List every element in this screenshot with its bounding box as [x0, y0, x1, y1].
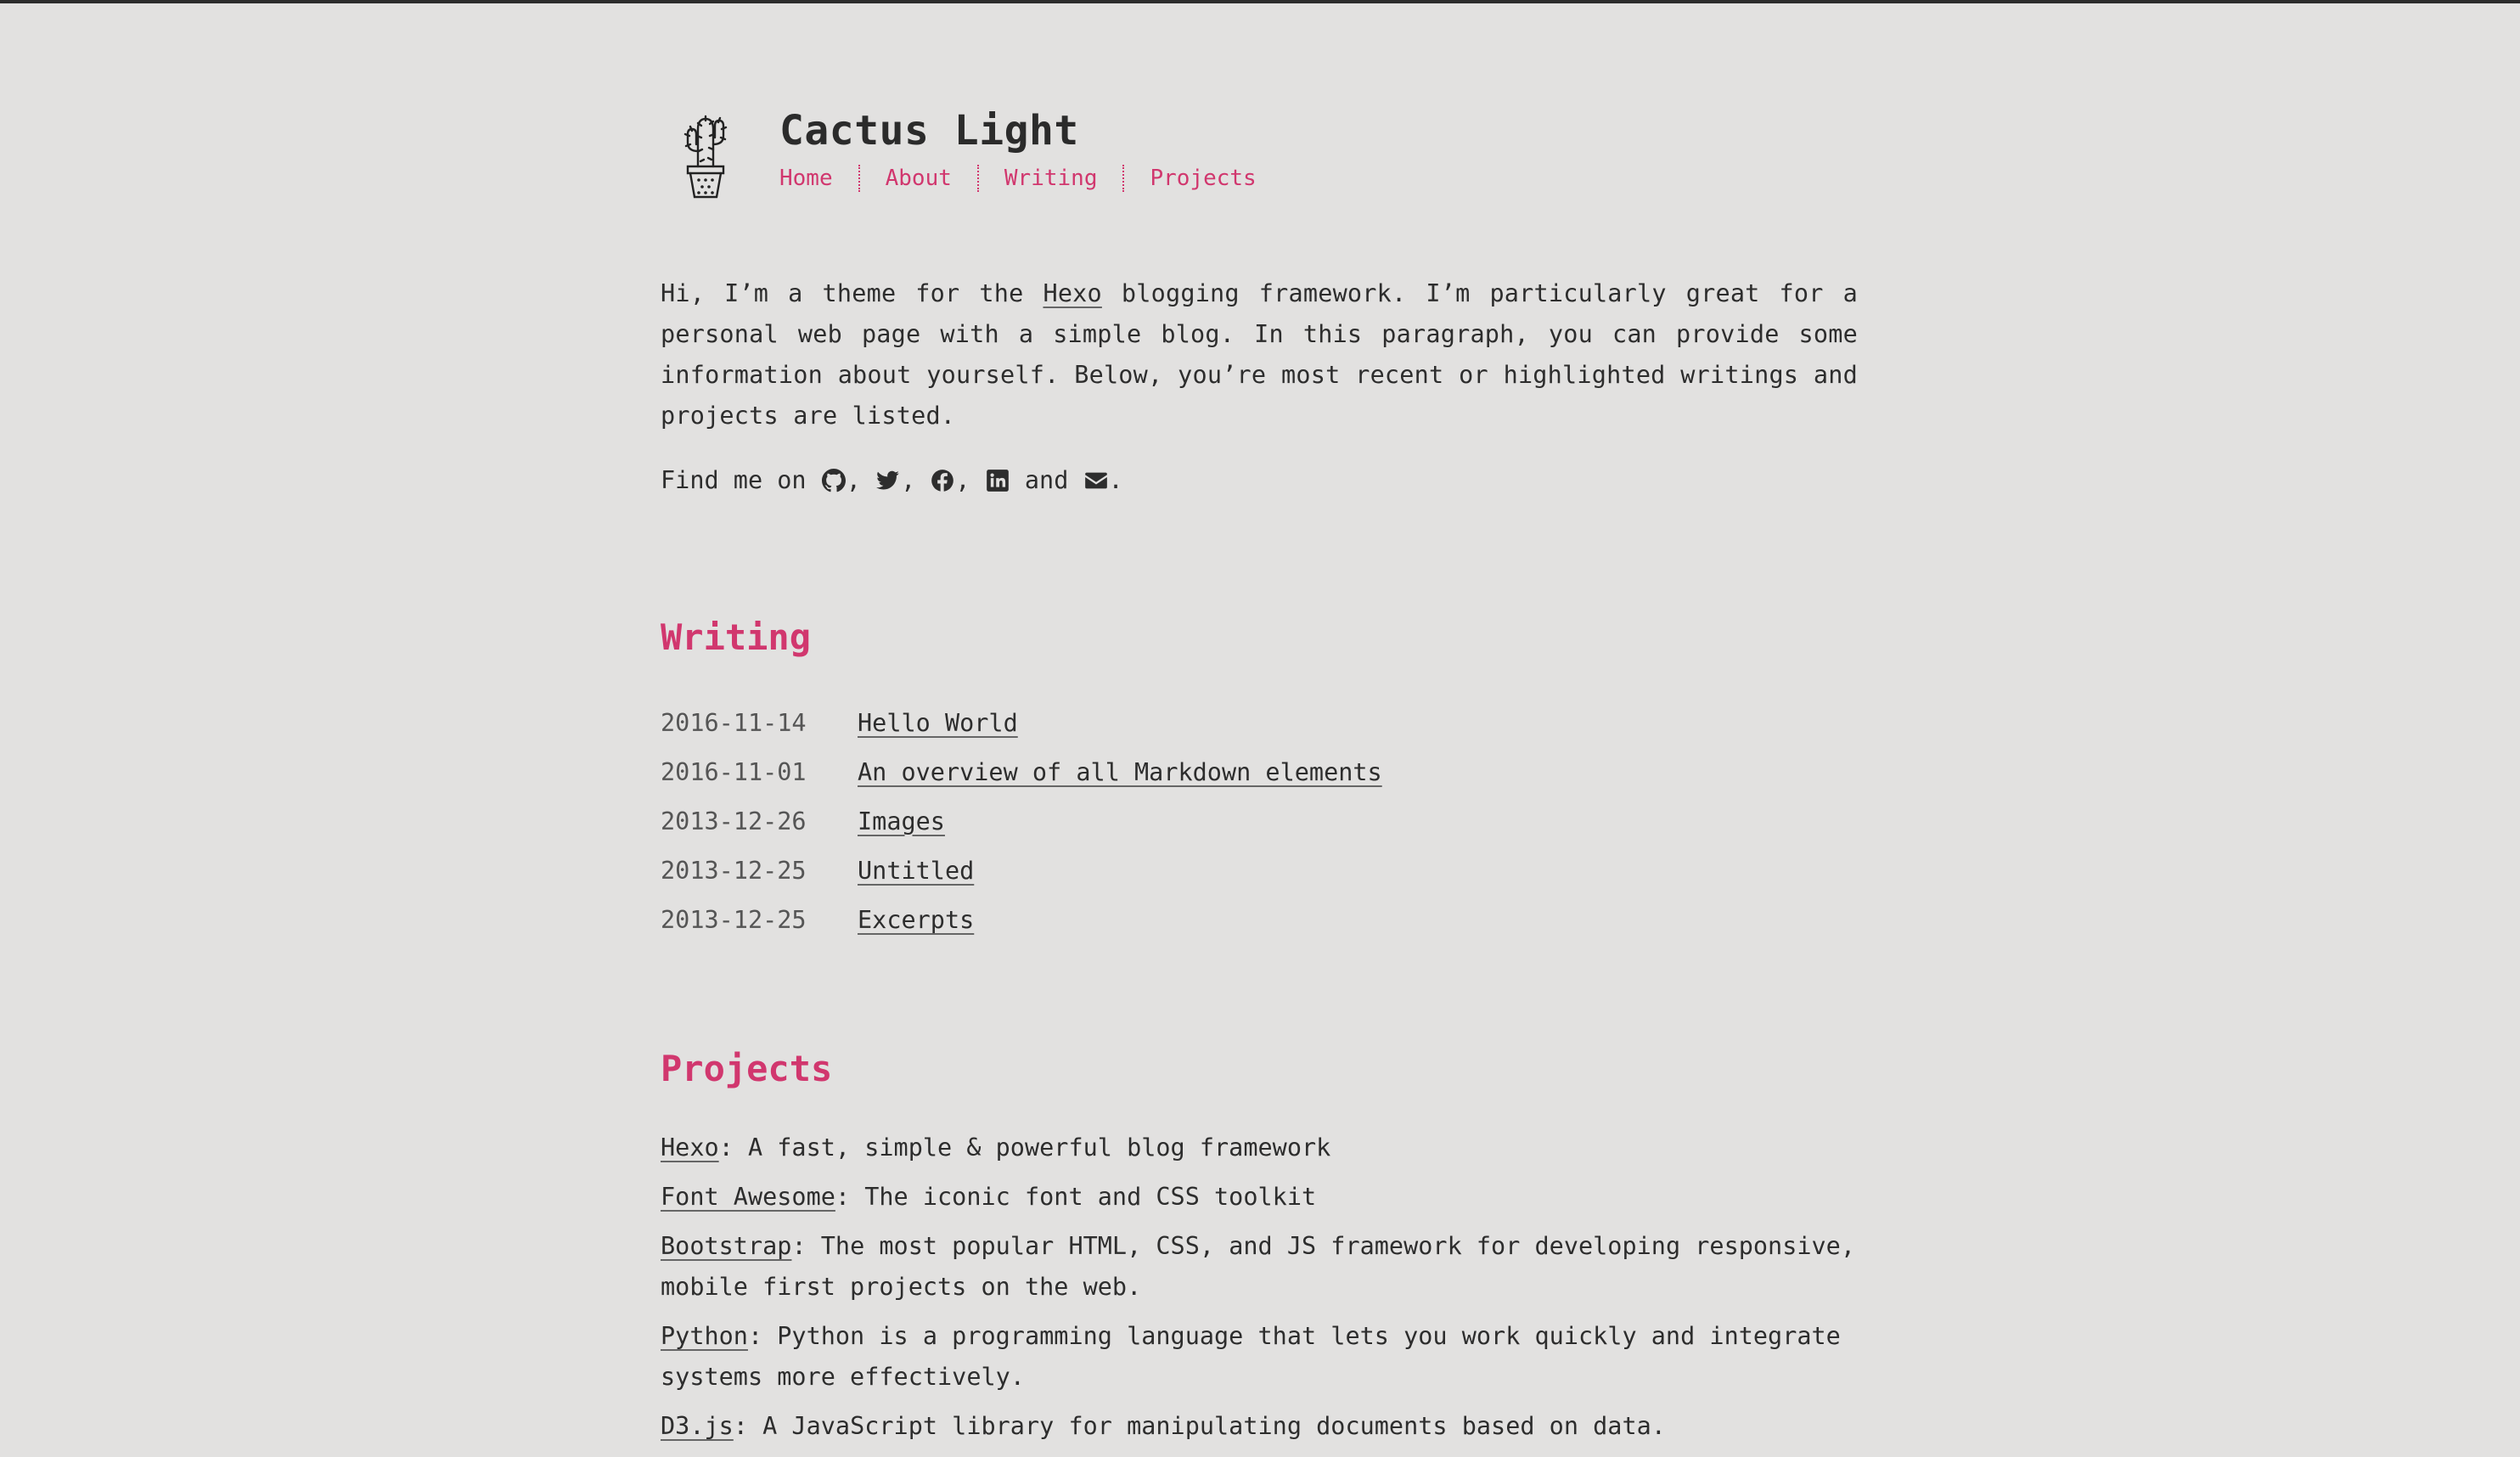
project-description: : Python is a programming language that … [661, 1322, 1841, 1391]
project-item: Python: Python is a programming language… [661, 1316, 1858, 1398]
post-list: 2016-11-14 Hello World 2016-11-01 An ove… [661, 698, 1382, 944]
find-me-label: Find me on [661, 466, 821, 494]
post-link[interactable]: Excerpts [858, 906, 974, 934]
nav-separator [976, 165, 979, 192]
project-item: D3.js: A JavaScript library for manipula… [661, 1406, 1858, 1447]
nav-projects[interactable]: Projects [1150, 167, 1256, 189]
post-link[interactable]: An overview of all Markdown elements [858, 758, 1382, 786]
project-list: Hexo: A fast, simple & powerful blog fra… [661, 1128, 1858, 1455]
main-nav: Home About Writing Projects [779, 165, 1257, 192]
post-date: 2013-12-25 [661, 856, 807, 885]
post-date: 2013-12-26 [661, 807, 807, 835]
intro-paragraph: Hi, I’m a theme for the Hexo blogging fr… [661, 273, 1858, 436]
post-date: 2016-11-01 [661, 757, 807, 786]
nav-about[interactable]: About [886, 167, 952, 189]
post-link[interactable]: Hello World [858, 709, 1018, 737]
project-description: : A JavaScript library for manipulating … [733, 1412, 1666, 1440]
post-item: 2013-12-26 Images [661, 796, 1382, 846]
site-header: Cactus Light Home About Writing Projects [661, 107, 1858, 200]
project-description: : The iconic font and CSS toolkit [835, 1183, 1317, 1211]
project-link[interactable]: D3.js [661, 1412, 734, 1440]
comma-separator: , [901, 466, 931, 494]
project-description: : The most popular HTML, CSS, and JS fra… [661, 1232, 1856, 1301]
envelope-icon[interactable] [1083, 468, 1109, 493]
project-item: Font Awesome: The iconic font and CSS to… [661, 1177, 1858, 1218]
post-link[interactable]: Untitled [858, 857, 974, 885]
post-date: 2013-12-25 [661, 905, 807, 934]
github-icon[interactable] [821, 468, 847, 493]
site-title[interactable]: Cactus Light [779, 110, 1079, 151]
post-date: 2016-11-14 [661, 708, 807, 737]
period: . [1108, 466, 1123, 494]
writing-heading: Writing [661, 616, 812, 658]
project-item: Bootstrap: The most popular HTML, CSS, a… [661, 1226, 1858, 1308]
project-link[interactable]: Hexo [661, 1134, 719, 1162]
linkedin-icon[interactable] [985, 468, 1010, 493]
twitter-icon[interactable] [875, 468, 901, 493]
project-link[interactable]: Bootstrap [661, 1232, 791, 1260]
cactus-logo-icon[interactable] [676, 112, 735, 200]
comma-separator: , [846, 466, 876, 494]
post-item: 2016-11-14 Hello World [661, 698, 1382, 747]
top-border [0, 0, 2520, 3]
post-item: 2013-12-25 Excerpts [661, 895, 1382, 944]
project-link[interactable]: Font Awesome [661, 1183, 835, 1211]
intro-text-start: Hi, I’m a theme for the [661, 279, 1043, 307]
facebook-icon[interactable] [930, 468, 955, 493]
nav-separator [1122, 165, 1125, 192]
project-description: : A fast, simple & powerful blog framewo… [718, 1134, 1331, 1162]
post-item: 2016-11-01 An overview of all Markdown e… [661, 747, 1382, 796]
projects-heading: Projects [661, 1048, 833, 1089]
comma-separator: , [955, 466, 985, 494]
and-label: and [1010, 466, 1083, 494]
nav-separator [858, 165, 860, 192]
post-item: 2013-12-25 Untitled [661, 846, 1382, 895]
project-item: Hexo: A fast, simple & powerful blog fra… [661, 1128, 1858, 1168]
find-me-line: Find me on , , , and . [661, 464, 1123, 498]
intro-hexo-link[interactable]: Hexo [1043, 279, 1101, 307]
post-link[interactable]: Images [858, 807, 945, 835]
nav-home[interactable]: Home [779, 167, 833, 189]
nav-writing[interactable]: Writing [1004, 167, 1098, 189]
project-link[interactable]: Python [661, 1322, 748, 1350]
